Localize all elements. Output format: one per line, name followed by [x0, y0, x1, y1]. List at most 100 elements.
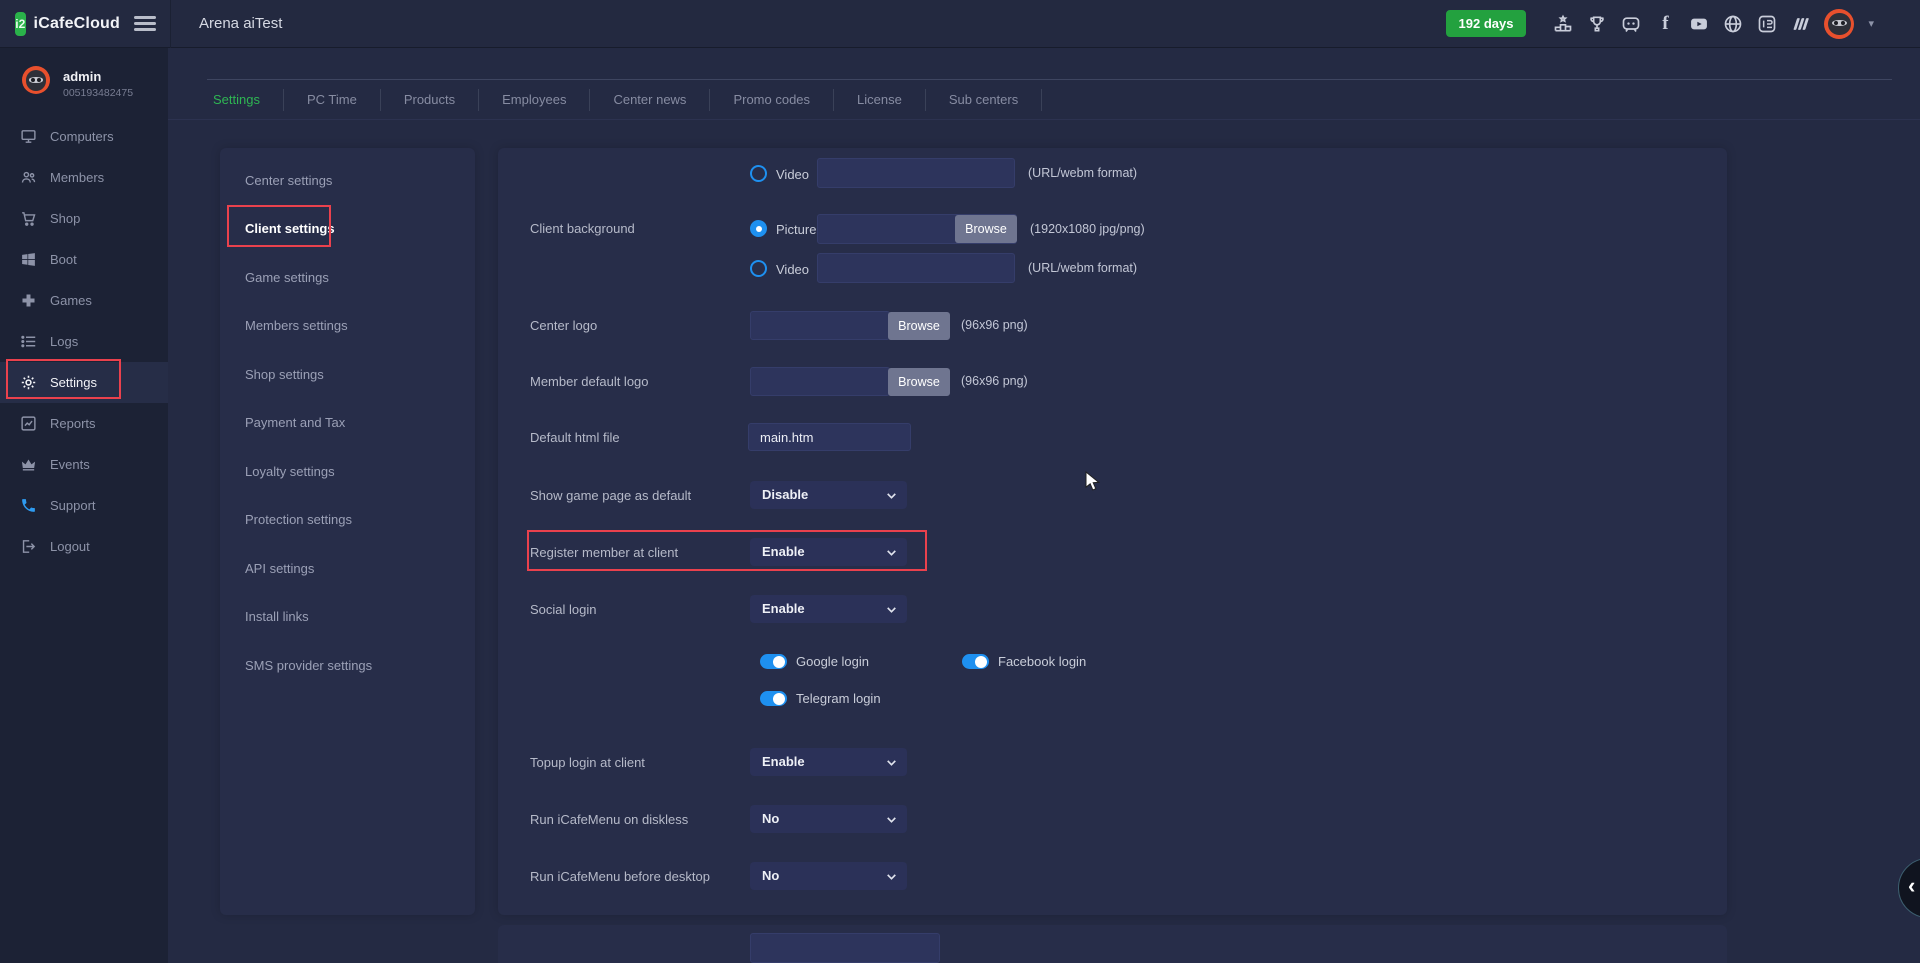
- tab-bar: Settings PC Time Products Employees Cent…: [190, 80, 1042, 119]
- nav-protection-settings[interactable]: Protection settings: [220, 496, 475, 545]
- facebook-login-toggle[interactable]: [962, 654, 989, 669]
- client-background-video-radio[interactable]: [750, 260, 767, 277]
- nav-shop-settings[interactable]: Shop settings: [220, 350, 475, 399]
- sidebar-item-games[interactable]: Games: [0, 280, 168, 321]
- tab-settings[interactable]: Settings: [190, 92, 283, 107]
- nav-client-settings[interactable]: Client settings: [220, 205, 475, 254]
- center-logo-browse-button[interactable]: Browse: [888, 312, 950, 340]
- chevron-down-icon: [885, 546, 898, 559]
- sidebar-item-settings[interactable]: Settings: [0, 362, 168, 403]
- list-icon: [20, 333, 37, 350]
- default-html-file-input[interactable]: [748, 423, 911, 451]
- nav-install-links[interactable]: Install links: [220, 593, 475, 642]
- license-days-badge[interactable]: 192 days: [1446, 10, 1527, 37]
- client-background-label: Client background: [530, 221, 635, 236]
- nav-members-settings[interactable]: Members settings: [220, 302, 475, 351]
- sidebar-avatar: [22, 66, 50, 94]
- sidebar-item-shop[interactable]: Shop: [0, 198, 168, 239]
- nav-center-settings[interactable]: Center settings: [220, 156, 475, 205]
- run-icafemenu-diskless-select[interactable]: No: [750, 805, 907, 833]
- tabbar-bottom-line: [168, 119, 1920, 120]
- tab-products[interactable]: Products: [381, 92, 478, 107]
- brand[interactable]: i2 iCafeCloud: [0, 12, 120, 36]
- avatar-chevron-down-icon[interactable]: ▾: [1868, 17, 1874, 30]
- form-panel-continuation: [498, 925, 1727, 963]
- nav-sms-provider-settings[interactable]: SMS provider settings: [220, 641, 475, 690]
- chevron-down-icon: [885, 489, 898, 502]
- sidebar-user[interactable]: admin 005193482475: [0, 48, 168, 116]
- member-default-logo-browse-button[interactable]: Browse: [888, 368, 950, 396]
- tab-employees[interactable]: Employees: [479, 92, 589, 107]
- show-game-page-select[interactable]: Disable: [750, 481, 907, 509]
- sidebar-item-logout[interactable]: Logout: [0, 526, 168, 567]
- brand-logo-icon: i2: [15, 12, 26, 36]
- chevron-down-icon: [885, 603, 898, 616]
- hamburger-menu-icon[interactable]: [134, 13, 156, 35]
- phone-icon: [20, 497, 37, 514]
- logout-icon: [20, 538, 37, 555]
- facebook-login-label: Facebook login: [998, 654, 1086, 669]
- member-default-logo-note: (96x96 png): [961, 374, 1028, 388]
- sidebar-item-logs[interactable]: Logs: [0, 321, 168, 362]
- register-member-select[interactable]: Enable: [750, 538, 907, 566]
- tab-promo-codes[interactable]: Promo codes: [710, 92, 833, 107]
- chart-icon: [20, 415, 37, 432]
- chevron-down-icon: [885, 756, 898, 769]
- picture-radio[interactable]: [750, 220, 767, 237]
- run-icafemenu-before-desktop-select[interactable]: No: [750, 862, 907, 890]
- nav-game-settings[interactable]: Game settings: [220, 253, 475, 302]
- globe-icon[interactable]: [1722, 13, 1744, 35]
- video-top-input[interactable]: [817, 158, 1015, 188]
- sidebar-item-boot[interactable]: Boot: [0, 239, 168, 280]
- social-login-label: Social login: [530, 602, 597, 617]
- client-background-video-input[interactable]: [817, 253, 1015, 283]
- user-avatar[interactable]: [1824, 9, 1854, 39]
- topup-login-select[interactable]: Enable: [750, 748, 907, 776]
- sidebar-item-events[interactable]: Events: [0, 444, 168, 485]
- tab-sub-centers[interactable]: Sub centers: [926, 92, 1041, 107]
- brand-name: iCafeCloud: [34, 15, 120, 33]
- chevron-left-icon: ‹: [1908, 873, 1915, 899]
- clipped-bottom-input[interactable]: [750, 933, 940, 963]
- topbar-actions: 192 days f: [1446, 9, 1920, 39]
- sidebar-item-support[interactable]: Support: [0, 485, 168, 526]
- center-logo-label: Center logo: [530, 318, 597, 333]
- layers-icon[interactable]: [1790, 13, 1812, 35]
- sidebar-item-computers[interactable]: Computers: [0, 116, 168, 157]
- discord-icon[interactable]: [1620, 13, 1642, 35]
- nav-payment-and-tax[interactable]: Payment and Tax: [220, 399, 475, 448]
- member-default-logo-input[interactable]: [750, 367, 890, 396]
- chevron-down-icon: [885, 870, 898, 883]
- cart-icon: [20, 210, 37, 227]
- client-background-video-note: (URL/webm format): [1028, 261, 1137, 275]
- tab-pc-time[interactable]: PC Time: [284, 92, 380, 107]
- collapse-panel-button[interactable]: ‹: [1898, 858, 1920, 918]
- windows-icon: [20, 251, 37, 268]
- facebook-icon[interactable]: f: [1654, 13, 1676, 35]
- nav-loyalty-settings[interactable]: Loyalty settings: [220, 447, 475, 496]
- tab-license[interactable]: License: [834, 92, 925, 107]
- youtube-icon[interactable]: [1688, 13, 1710, 35]
- chevron-down-icon: [885, 813, 898, 826]
- telegram-login-toggle[interactable]: [760, 691, 787, 706]
- picture-radio-label: Picture: [776, 222, 816, 237]
- nav-api-settings[interactable]: API settings: [220, 544, 475, 593]
- topbar: i2 iCafeCloud Arena aiTest 192 days f: [0, 0, 1920, 48]
- google-login-toggle[interactable]: [760, 654, 787, 669]
- members-icon: [20, 169, 37, 186]
- monitor-icon: [20, 128, 37, 145]
- trophy-icon[interactable]: [1586, 13, 1608, 35]
- social-login-select[interactable]: Enable: [750, 595, 907, 623]
- user-id: 005193482475: [63, 87, 133, 99]
- sidebar-item-members[interactable]: Members: [0, 157, 168, 198]
- podium-icon[interactable]: [1552, 13, 1574, 35]
- default-html-file-label: Default html file: [530, 430, 620, 445]
- client-background-browse-button[interactable]: Browse: [955, 215, 1017, 243]
- center-logo-input[interactable]: [750, 311, 890, 340]
- video-top-radio[interactable]: [750, 165, 767, 182]
- settings-nav-panel: Center settings Client settings Game set…: [220, 148, 475, 915]
- icafe-mark-icon[interactable]: [1756, 13, 1778, 35]
- topbar-divider: [170, 0, 171, 48]
- sidebar-item-reports[interactable]: Reports: [0, 403, 168, 444]
- tab-center-news[interactable]: Center news: [590, 92, 709, 107]
